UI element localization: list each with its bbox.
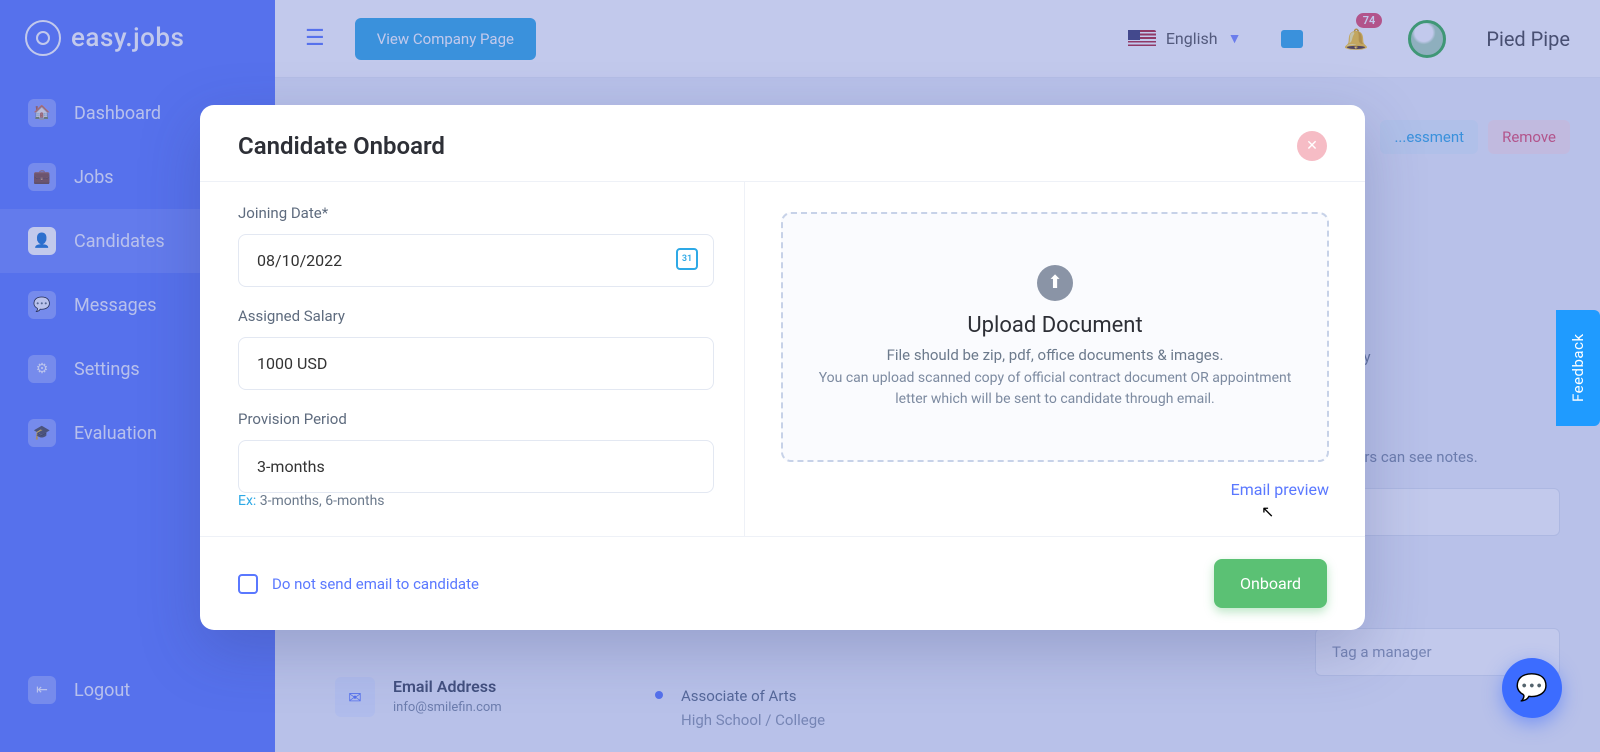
assigned-salary-input[interactable] xyxy=(238,337,714,390)
candidate-onboard-modal: Candidate Onboard ✕ Joining Date* Assign… xyxy=(200,105,1365,630)
modal-title: Candidate Onboard xyxy=(238,132,445,160)
joining-date-input[interactable] xyxy=(238,234,714,287)
form-column: Joining Date* Assigned Salary Provision … xyxy=(200,182,745,536)
hint-text: 3-months, 6-months xyxy=(260,493,385,509)
upload-subtitle: File should be zip, pdf, office document… xyxy=(887,346,1224,364)
email-preview-link[interactable]: Email preview xyxy=(1231,480,1329,499)
support-chat-fab[interactable]: 💬 xyxy=(1502,658,1562,718)
provision-hint: Ex: 3-months, 6-months xyxy=(238,493,714,509)
hint-prefix: Ex: xyxy=(238,493,256,509)
modal-header: Candidate Onboard ✕ xyxy=(200,105,1365,182)
upload-column: ⬆ Upload Document File should be zip, pd… xyxy=(745,182,1365,536)
onboard-button[interactable]: Onboard xyxy=(1214,559,1327,608)
assigned-salary-label: Assigned Salary xyxy=(238,307,714,325)
upload-title: Upload Document xyxy=(967,313,1142,338)
modal-footer: Do not send email to candidate Onboard xyxy=(200,536,1365,630)
dont-send-email-label: Do not send email to candidate xyxy=(272,575,479,593)
calendar-icon[interactable] xyxy=(676,248,698,270)
dont-send-email-checkbox[interactable] xyxy=(238,574,258,594)
feedback-tab[interactable]: Feedback xyxy=(1556,310,1600,426)
modal-body: Joining Date* Assigned Salary Provision … xyxy=(200,182,1365,536)
close-icon[interactable]: ✕ xyxy=(1297,131,1327,161)
provision-period-input[interactable] xyxy=(238,440,714,493)
joining-date-label: Joining Date* xyxy=(238,204,714,222)
upload-icon: ⬆ xyxy=(1037,265,1073,301)
upload-description: You can upload scanned copy of official … xyxy=(815,368,1295,410)
provision-period-label: Provision Period xyxy=(238,410,714,428)
upload-dropzone[interactable]: ⬆ Upload Document File should be zip, pd… xyxy=(781,212,1329,462)
